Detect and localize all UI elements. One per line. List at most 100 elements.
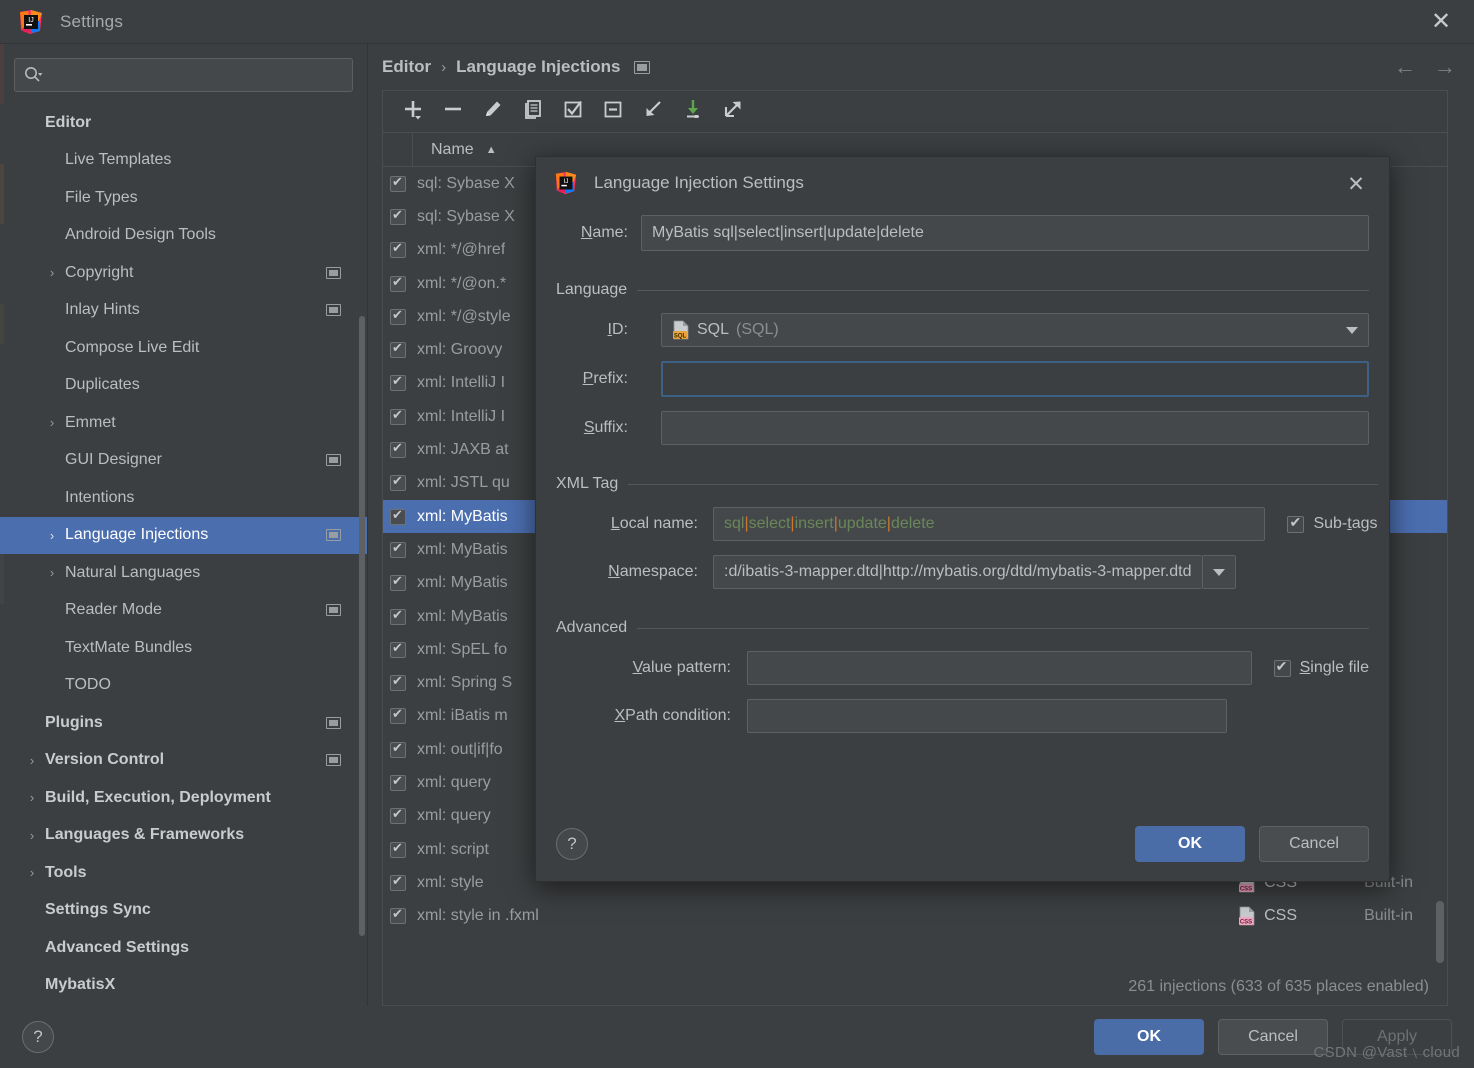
row-checkbox[interactable] — [390, 174, 406, 192]
chevron-right-icon[interactable]: › — [42, 566, 62, 579]
breadcrumb-root[interactable]: Editor — [382, 57, 431, 77]
import-button[interactable] — [673, 94, 713, 130]
dialog-help-button[interactable]: ? — [556, 828, 588, 860]
sidebar-item-advanced-settings[interactable]: ›Advanced Settings — [0, 929, 367, 967]
row-checkbox[interactable] — [390, 274, 406, 292]
row-checkbox[interactable] — [390, 207, 406, 225]
close-window-button[interactable]: ✕ — [1408, 0, 1474, 44]
namespace-combo[interactable]: :d/ibatis-3-mapper.dtd|http://mybatis.or… — [713, 555, 1236, 589]
dialog-ok-button[interactable]: OK — [1135, 826, 1245, 862]
list-scrollbar[interactable] — [1436, 901, 1444, 963]
move-to-ide-button[interactable] — [633, 94, 673, 130]
prefix-input[interactable] — [661, 361, 1369, 397]
remove-button[interactable] — [433, 94, 473, 130]
sidebar-item-build-execution-deployment[interactable]: › Build, Execution, Deployment — [0, 779, 367, 817]
duplicate-button[interactable] — [513, 94, 553, 130]
enable-selected-button[interactable] — [553, 94, 593, 130]
table-row[interactable]: xml: style in .fxml CSS CSS Built-in — [383, 900, 1447, 933]
row-checkbox[interactable] — [390, 340, 406, 359]
disable-selected-button[interactable] — [593, 94, 633, 130]
sidebar-item-inlay-hints[interactable]: ›Inlay Hints — [0, 292, 367, 330]
chevron-right-icon[interactable]: › — [22, 866, 42, 879]
value-pattern-input[interactable] — [747, 651, 1252, 685]
language-id-dropdown[interactable]: SQL SQL (SQL) — [661, 313, 1369, 347]
dialog-close-button[interactable]: ✕ — [1341, 169, 1371, 199]
suffix-input[interactable] — [661, 411, 1369, 445]
row-checkbox[interactable] — [390, 573, 406, 592]
copy-icon — [522, 98, 544, 125]
sidebar-item-android-design-tools[interactable]: ›Android Design Tools — [0, 217, 367, 255]
settings-tree[interactable]: ›Editor›Live Templates›File Types›Androi… — [0, 102, 367, 1006]
add-button[interactable] — [393, 94, 433, 130]
row-checkbox[interactable] — [390, 773, 406, 791]
row-checkbox[interactable] — [390, 407, 406, 425]
chevron-right-icon[interactable]: › — [42, 266, 62, 279]
row-checkbox[interactable] — [390, 640, 406, 658]
row-checkbox[interactable] — [390, 373, 406, 392]
sidebar-item-language-injections[interactable]: › Language Injections — [0, 516, 367, 554]
sidebar-item-duplicates[interactable]: ›Duplicates — [0, 367, 367, 405]
sidebar-item-emmet[interactable]: › Emmet — [0, 404, 367, 442]
back-arrow-icon[interactable]: ← — [1394, 56, 1416, 78]
row-name: sql: Sybase X — [417, 174, 515, 192]
help-button[interactable]: ? — [22, 1021, 54, 1053]
row-checkbox[interactable] — [390, 540, 406, 558]
sidebar-item-version-control[interactable]: › Version Control — [0, 742, 367, 780]
chevron-right-icon[interactable]: › — [22, 754, 42, 767]
sidebar-item-file-types[interactable]: ›File Types — [0, 179, 367, 217]
export-button[interactable] — [713, 94, 753, 130]
chevron-down-icon[interactable] — [1346, 326, 1358, 334]
local-name-input[interactable]: sql|select|insert|update|delete — [713, 507, 1266, 541]
name-input[interactable]: MyBatis sql|select|insert|update|delete — [641, 215, 1369, 251]
row-checkbox[interactable] — [390, 706, 406, 725]
row-name: xml: IntelliJ I — [417, 407, 506, 425]
row-checkbox[interactable] — [390, 806, 406, 825]
row-checkbox[interactable] — [390, 307, 406, 325]
sidebar-scrollbar[interactable] — [359, 316, 365, 936]
row-checkbox[interactable] — [390, 873, 406, 891]
sidebar-item-intentions[interactable]: ›Intentions — [0, 479, 367, 517]
namespace-input[interactable]: :d/ibatis-3-mapper.dtd|http://mybatis.or… — [713, 555, 1202, 589]
row-checkbox[interactable] — [390, 607, 406, 625]
xpath-condition-input[interactable] — [747, 699, 1227, 733]
sidebar-item-tools[interactable]: › Tools — [0, 854, 367, 892]
cancel-button[interactable]: Cancel — [1218, 1019, 1328, 1055]
row-checkbox[interactable] — [390, 440, 406, 459]
sidebar-item-settings-sync[interactable]: ›Settings Sync — [0, 892, 367, 930]
row-checkbox[interactable] — [390, 240, 406, 259]
search-box[interactable] — [14, 58, 353, 92]
sidebar-item-mybatisx[interactable]: ›MybatisX — [0, 967, 367, 1005]
forward-arrow-icon[interactable]: → — [1434, 56, 1456, 78]
minus-box-icon — [602, 98, 624, 125]
dialog-cancel-button[interactable]: Cancel — [1259, 826, 1369, 862]
sidebar-item-reader-mode[interactable]: ›Reader Mode — [0, 592, 367, 630]
sidebar-item-gui-designer[interactable]: ›GUI Designer — [0, 442, 367, 480]
sidebar-item-live-templates[interactable]: ›Live Templates — [0, 142, 367, 180]
ok-button[interactable]: OK — [1094, 1019, 1204, 1055]
chevron-right-icon[interactable]: › — [22, 791, 42, 804]
search-input[interactable] — [43, 66, 344, 84]
sidebar-item-plugins[interactable]: ›Plugins — [0, 704, 367, 742]
sidebar-item-compose-live-edit[interactable]: ›Compose Live Edit — [0, 329, 367, 367]
row-checkbox[interactable] — [390, 473, 406, 492]
sidebar-item-textmate-bundles[interactable]: ›TextMate Bundles — [0, 629, 367, 667]
sub-tags-checkbox[interactable]: Sub-tags — [1287, 514, 1378, 533]
row-checkbox[interactable] — [390, 906, 406, 925]
chevron-right-icon[interactable]: › — [22, 829, 42, 842]
sidebar-item-languages-frameworks[interactable]: › Languages & Frameworks — [0, 817, 367, 855]
row-checkbox[interactable] — [390, 740, 406, 758]
sidebar-item-copyright[interactable]: › Copyright — [0, 254, 367, 292]
edit-button[interactable] — [473, 94, 513, 130]
sidebar-item-natural-languages[interactable]: › Natural Languages — [0, 554, 367, 592]
chevron-right-icon[interactable]: › — [42, 416, 62, 429]
table-header-name[interactable]: Name ▲ — [413, 141, 497, 159]
sidebar-item-editor[interactable]: ›Editor — [0, 104, 367, 142]
language-group: Language ID: SQL SQL (SQL) Prefix: Suffi… — [556, 273, 1369, 467]
row-checkbox[interactable] — [390, 840, 406, 858]
single-file-checkbox[interactable]: Single file — [1273, 658, 1369, 677]
row-checkbox[interactable] — [390, 673, 406, 692]
namespace-dropdown-button[interactable] — [1201, 555, 1236, 589]
row-checkbox[interactable] — [390, 507, 406, 525]
chevron-right-icon[interactable]: › — [42, 529, 62, 542]
sidebar-item-todo[interactable]: ›TODO — [0, 667, 367, 705]
